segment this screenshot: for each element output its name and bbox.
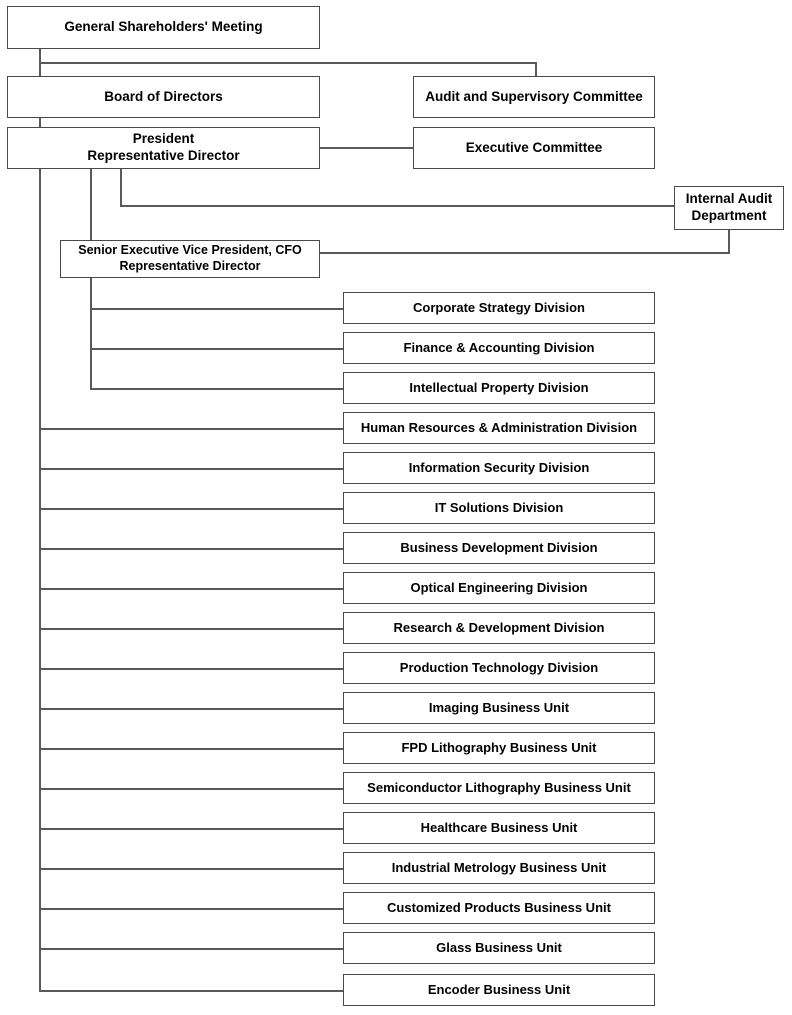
connector-president-branch-11 <box>39 708 343 710</box>
connector-president-to-senior-evp <box>90 169 92 240</box>
connector-president-branch-14 <box>39 828 343 830</box>
node-label: Healthcare Business Unit <box>420 819 578 835</box>
node-division[interactable]: Information Security Division <box>343 452 655 484</box>
node-label: Information Security Division <box>408 459 590 475</box>
node-label: Board of Directors <box>104 88 223 104</box>
node-division[interactable]: Encoder Business Unit <box>343 974 655 1006</box>
connector-gsm-to-audit-vertical <box>535 62 537 76</box>
node-label: President Representative Director <box>87 131 240 163</box>
node-division[interactable]: Industrial Metrology Business Unit <box>343 852 655 884</box>
node-label: Corporate Strategy Division <box>413 299 585 315</box>
node-label: Optical Engineering Division <box>410 579 588 595</box>
connector-president-branch-4 <box>39 428 343 430</box>
node-president[interactable]: President Representative Director <box>7 127 320 169</box>
node-division[interactable]: Business Development Division <box>343 532 655 564</box>
node-audit-and-supervisory-committee[interactable]: Audit and Supervisory Committee <box>413 76 655 118</box>
connector-president-branch-18 <box>39 990 343 992</box>
node-label: Research & Development Division <box>393 619 605 635</box>
connector-president-to-internal-audit-horizontal <box>120 205 675 207</box>
connector-gsm-to-audit-horizontal <box>39 62 537 64</box>
node-label: FPD Lithography Business Unit <box>401 739 597 755</box>
connector-president-branch-5 <box>39 468 343 470</box>
connector-senior-evp-spine <box>90 278 92 390</box>
connector-president-to-internal-audit-vertical <box>120 169 122 206</box>
node-label: Intellectual Property Division <box>409 379 589 395</box>
node-label: IT Solutions Division <box>434 499 564 515</box>
node-label: Customized Products Business Unit <box>387 899 611 915</box>
connector-president-branch-12 <box>39 748 343 750</box>
node-board-of-directors[interactable]: Board of Directors <box>7 76 320 118</box>
node-division[interactable]: Production Technology Division <box>343 652 655 684</box>
connector-president-to-exec-committee <box>320 147 413 149</box>
node-executive-committee[interactable]: Executive Committee <box>413 127 655 169</box>
node-division[interactable]: Intellectual Property Division <box>343 372 655 404</box>
connector-president-branch-7 <box>39 548 343 550</box>
connector-president-branch-8 <box>39 588 343 590</box>
node-division[interactable]: Corporate Strategy Division <box>343 292 655 324</box>
node-label: Business Development Division <box>400 539 598 555</box>
node-label: General Shareholders' Meeting <box>64 19 263 35</box>
node-division[interactable]: Customized Products Business Unit <box>343 892 655 924</box>
node-label: Imaging Business Unit <box>428 699 570 715</box>
node-label: Semiconductor Lithography Business Unit <box>367 779 631 795</box>
node-division[interactable]: Semiconductor Lithography Business Unit <box>343 772 655 804</box>
node-division[interactable]: FPD Lithography Business Unit <box>343 732 655 764</box>
node-division[interactable]: Finance & Accounting Division <box>343 332 655 364</box>
connector-internal-audit-down <box>728 230 730 253</box>
node-label: Finance & Accounting Division <box>403 339 595 355</box>
connector-president-branch-16 <box>39 908 343 910</box>
node-label: Audit and Supervisory Committee <box>425 88 643 104</box>
connector-board-to-president <box>39 117 41 127</box>
node-label: Industrial Metrology Business Unit <box>391 859 607 875</box>
node-division[interactable]: Imaging Business Unit <box>343 692 655 724</box>
node-label: Encoder Business Unit <box>427 981 571 997</box>
node-internal-audit-department[interactable]: Internal Audit Department <box>674 186 784 230</box>
connector-president-branch-15 <box>39 868 343 870</box>
node-general-shareholders-meeting[interactable]: General Shareholders' Meeting <box>7 6 320 49</box>
node-label: Senior Executive Vice President, CFO Rep… <box>78 243 302 273</box>
node-label: Human Resources & Administration Divisio… <box>360 419 638 435</box>
node-division[interactable]: Human Resources & Administration Divisio… <box>343 412 655 444</box>
connector-internal-audit-to-senior-evp <box>320 252 730 254</box>
org-chart: General Shareholders' Meeting Board of D… <box>0 0 792 1015</box>
connector-senior-evp-branch-2 <box>90 348 343 350</box>
node-division[interactable]: Healthcare Business Unit <box>343 812 655 844</box>
node-label: Executive Committee <box>465 139 603 155</box>
connector-senior-evp-branch-1 <box>90 308 343 310</box>
node-division[interactable]: IT Solutions Division <box>343 492 655 524</box>
node-division[interactable]: Glass Business Unit <box>343 932 655 964</box>
node-division[interactable]: Research & Development Division <box>343 612 655 644</box>
connector-president-branch-9 <box>39 628 343 630</box>
node-division[interactable]: Optical Engineering Division <box>343 572 655 604</box>
connector-president-branch-13 <box>39 788 343 790</box>
node-label: Production Technology Division <box>399 659 599 675</box>
connector-president-branch-6 <box>39 508 343 510</box>
node-label: Glass Business Unit <box>436 939 562 955</box>
connector-president-branch-17 <box>39 948 343 950</box>
connector-senior-evp-branch-3 <box>90 388 343 390</box>
node-senior-executive-vice-president[interactable]: Senior Executive Vice President, CFO Rep… <box>60 240 320 278</box>
connector-president-branch-10 <box>39 668 343 670</box>
node-label: Internal Audit Department <box>685 191 773 223</box>
